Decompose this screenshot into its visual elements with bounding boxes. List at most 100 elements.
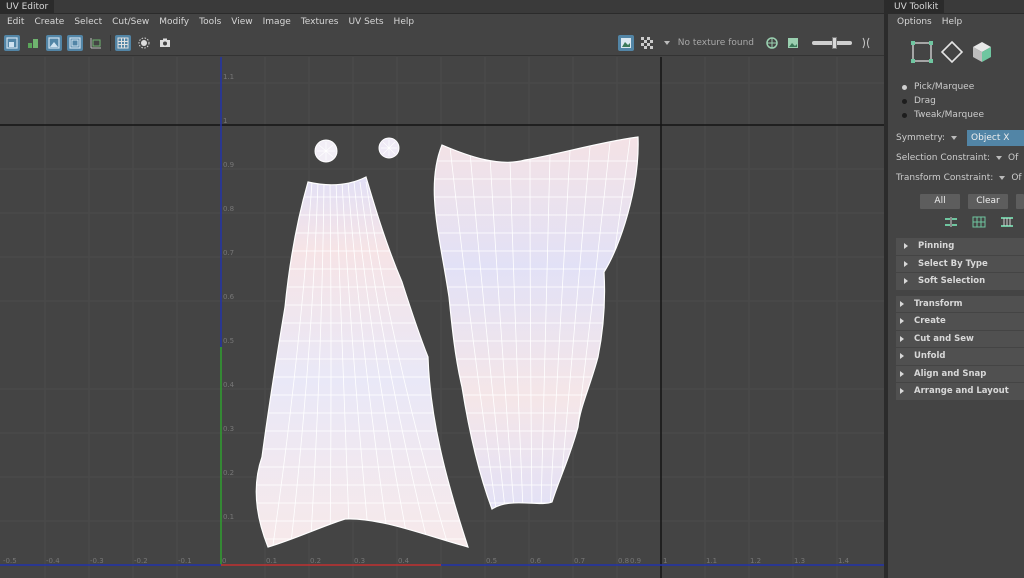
menu-help[interactable]: Help bbox=[389, 14, 420, 30]
uv-shell-right[interactable] bbox=[420, 136, 650, 510]
section-label: Transform bbox=[914, 298, 963, 309]
mode-drag[interactable]: Drag bbox=[888, 94, 1024, 108]
face-select-icon[interactable] bbox=[970, 40, 994, 64]
tool-mode-group: Pick/Marquee Drag Tweak/Marquee bbox=[888, 80, 1024, 122]
radio-icon bbox=[902, 112, 907, 118]
texture-image-button[interactable] bbox=[46, 34, 62, 51]
select-all-button[interactable]: All bbox=[920, 194, 960, 209]
menu-cut-sew[interactable]: Cut/Sew bbox=[107, 14, 154, 30]
expand-arrow-icon bbox=[900, 388, 904, 395]
uv-shell-small-left[interactable] bbox=[314, 139, 338, 163]
x-tick: 0.4 bbox=[398, 557, 410, 565]
section-select-by-type[interactable]: Select By Type bbox=[896, 255, 1024, 273]
menu-uv-sets[interactable]: UV Sets bbox=[343, 14, 388, 30]
main-sections: Transform Create Cut and Sew Unfold Alig… bbox=[888, 295, 1024, 401]
wireframe-display-button[interactable] bbox=[67, 34, 83, 51]
y-tick: 0.8 bbox=[223, 205, 234, 213]
menu-edit[interactable]: Edit bbox=[2, 14, 29, 30]
uv-grid-canvas[interactable]: -0.5 -0.4 -0.3 -0.2 -0.1 0 0.1 0.2 0.3 0… bbox=[0, 57, 884, 578]
pixel-snap-icon[interactable] bbox=[136, 34, 152, 51]
pin-unpin-icon[interactable] bbox=[944, 216, 958, 228]
y-tick: 0.2 bbox=[223, 469, 234, 477]
x-tick: 0.6 bbox=[530, 557, 542, 565]
menu-options[interactable]: Options bbox=[892, 17, 937, 27]
uv-shell-small-right[interactable] bbox=[378, 137, 400, 159]
x-tick: 0.8 bbox=[618, 557, 629, 565]
image-ratio-icon[interactable] bbox=[785, 35, 801, 51]
section-label: Pinning bbox=[918, 241, 955, 252]
y-tick: 0.1 bbox=[223, 513, 234, 521]
uv-toolkit-panel: UV Toolkit Options Help Pick/Marquee Dra… bbox=[884, 0, 1024, 578]
section-unfold[interactable]: Unfold bbox=[896, 348, 1024, 366]
menu-image[interactable]: Image bbox=[258, 14, 296, 30]
menu-create[interactable]: Create bbox=[29, 14, 69, 30]
image-display-button[interactable] bbox=[617, 35, 634, 51]
menu-modify[interactable]: Modify bbox=[154, 14, 194, 30]
y-tick: 0.5 bbox=[223, 337, 234, 345]
mode-tweak-marquee[interactable]: Tweak/Marquee bbox=[888, 108, 1024, 122]
section-transform[interactable]: Transform bbox=[896, 295, 1024, 313]
grid-display-button[interactable] bbox=[88, 34, 104, 51]
pin-grid-icon[interactable] bbox=[972, 216, 986, 228]
exposure-slider-handle[interactable] bbox=[832, 37, 837, 49]
uv-editor-titlebar: UV Editor bbox=[0, 0, 884, 14]
menu-help[interactable]: Help bbox=[937, 17, 968, 27]
texture-dropdown-arrow-icon[interactable] bbox=[663, 41, 670, 45]
uv-toolkit-title[interactable]: UV Toolkit bbox=[888, 0, 945, 14]
symmetry-dropdown[interactable]: Object X bbox=[967, 130, 1024, 146]
y-tick: 0.4 bbox=[223, 381, 235, 389]
uv-viewport[interactable]: -0.5 -0.4 -0.3 -0.2 -0.1 0 0.1 0.2 0.3 0… bbox=[0, 57, 884, 578]
sub-sections: Pinning Select By Type Soft Selection bbox=[888, 238, 1024, 291]
gamma-toggle-icon[interactable] bbox=[858, 35, 874, 51]
y-tick: 0.6 bbox=[223, 293, 235, 301]
x-tick: -0.1 bbox=[178, 557, 192, 565]
expand-arrow-icon bbox=[900, 300, 904, 307]
x-tick: 0.7 bbox=[574, 557, 585, 565]
uv-toolkit-titlebar: UV Toolkit bbox=[888, 0, 1024, 14]
x-tick: -0.4 bbox=[46, 557, 60, 565]
y-tick: 0.9 bbox=[223, 161, 234, 169]
exposure-slider[interactable] bbox=[812, 37, 852, 49]
section-arrange-and-layout[interactable]: Arrange and Layout bbox=[896, 383, 1024, 401]
selection-constraint-arrow-icon[interactable] bbox=[996, 156, 1003, 160]
menu-view[interactable]: View bbox=[226, 14, 257, 30]
mode-pick-marquee[interactable]: Pick/Marquee bbox=[888, 80, 1024, 94]
x-tick: 0.1 bbox=[266, 557, 277, 565]
distortion-display-button[interactable] bbox=[25, 34, 41, 51]
symmetry-dropdown-arrow-icon[interactable] bbox=[951, 136, 958, 140]
section-label: Cut and Sew bbox=[914, 333, 974, 344]
checker-tiles-icon[interactable] bbox=[638, 35, 655, 51]
x-tick: 0 bbox=[222, 557, 226, 565]
x-tick: 0.2 bbox=[310, 557, 321, 565]
section-align-and-snap[interactable]: Align and Snap bbox=[896, 365, 1024, 383]
pin-border-icon[interactable] bbox=[1000, 216, 1014, 228]
selection-type-icons bbox=[888, 30, 1024, 74]
section-label: Select By Type bbox=[918, 258, 988, 269]
section-cut-and-sew[interactable]: Cut and Sew bbox=[896, 330, 1024, 348]
edge-select-icon[interactable] bbox=[940, 40, 964, 64]
x-tick: 0.5 bbox=[486, 557, 497, 565]
transform-constraint-dropdown[interactable]: Of bbox=[1011, 173, 1021, 183]
snapshot-camera-icon[interactable] bbox=[157, 34, 173, 51]
menu-textures[interactable]: Textures bbox=[296, 14, 344, 30]
more-button[interactable] bbox=[1016, 194, 1024, 209]
section-pinning[interactable]: Pinning bbox=[896, 238, 1024, 256]
transform-constraint-arrow-icon[interactable] bbox=[999, 176, 1006, 180]
menu-select[interactable]: Select bbox=[69, 14, 107, 30]
section-soft-selection[interactable]: Soft Selection bbox=[896, 273, 1024, 291]
select-buttons-row: All Clear bbox=[888, 194, 1024, 210]
menu-tools[interactable]: Tools bbox=[194, 14, 226, 30]
selection-constraint-row: Selection Constraint: Of bbox=[888, 148, 1024, 168]
symmetry-label: Symmetry: bbox=[896, 133, 946, 143]
pin-tools-row bbox=[888, 216, 1024, 230]
selection-constraint-dropdown[interactable]: Of bbox=[1008, 153, 1018, 163]
grid-toggle-button[interactable] bbox=[115, 34, 131, 51]
vertex-select-icon[interactable] bbox=[910, 40, 934, 64]
texture-name-label[interactable]: No texture found bbox=[678, 38, 754, 48]
uv-editor-panel: UV Editor Edit Create Select Cut/Sew Mod… bbox=[0, 0, 884, 578]
uv-editor-title[interactable]: UV Editor bbox=[0, 0, 55, 14]
section-create[interactable]: Create bbox=[896, 313, 1024, 331]
uv-shell-display-button[interactable] bbox=[4, 34, 20, 51]
texture-filter-icon[interactable] bbox=[764, 35, 780, 51]
clear-selection-button[interactable]: Clear bbox=[968, 194, 1008, 209]
